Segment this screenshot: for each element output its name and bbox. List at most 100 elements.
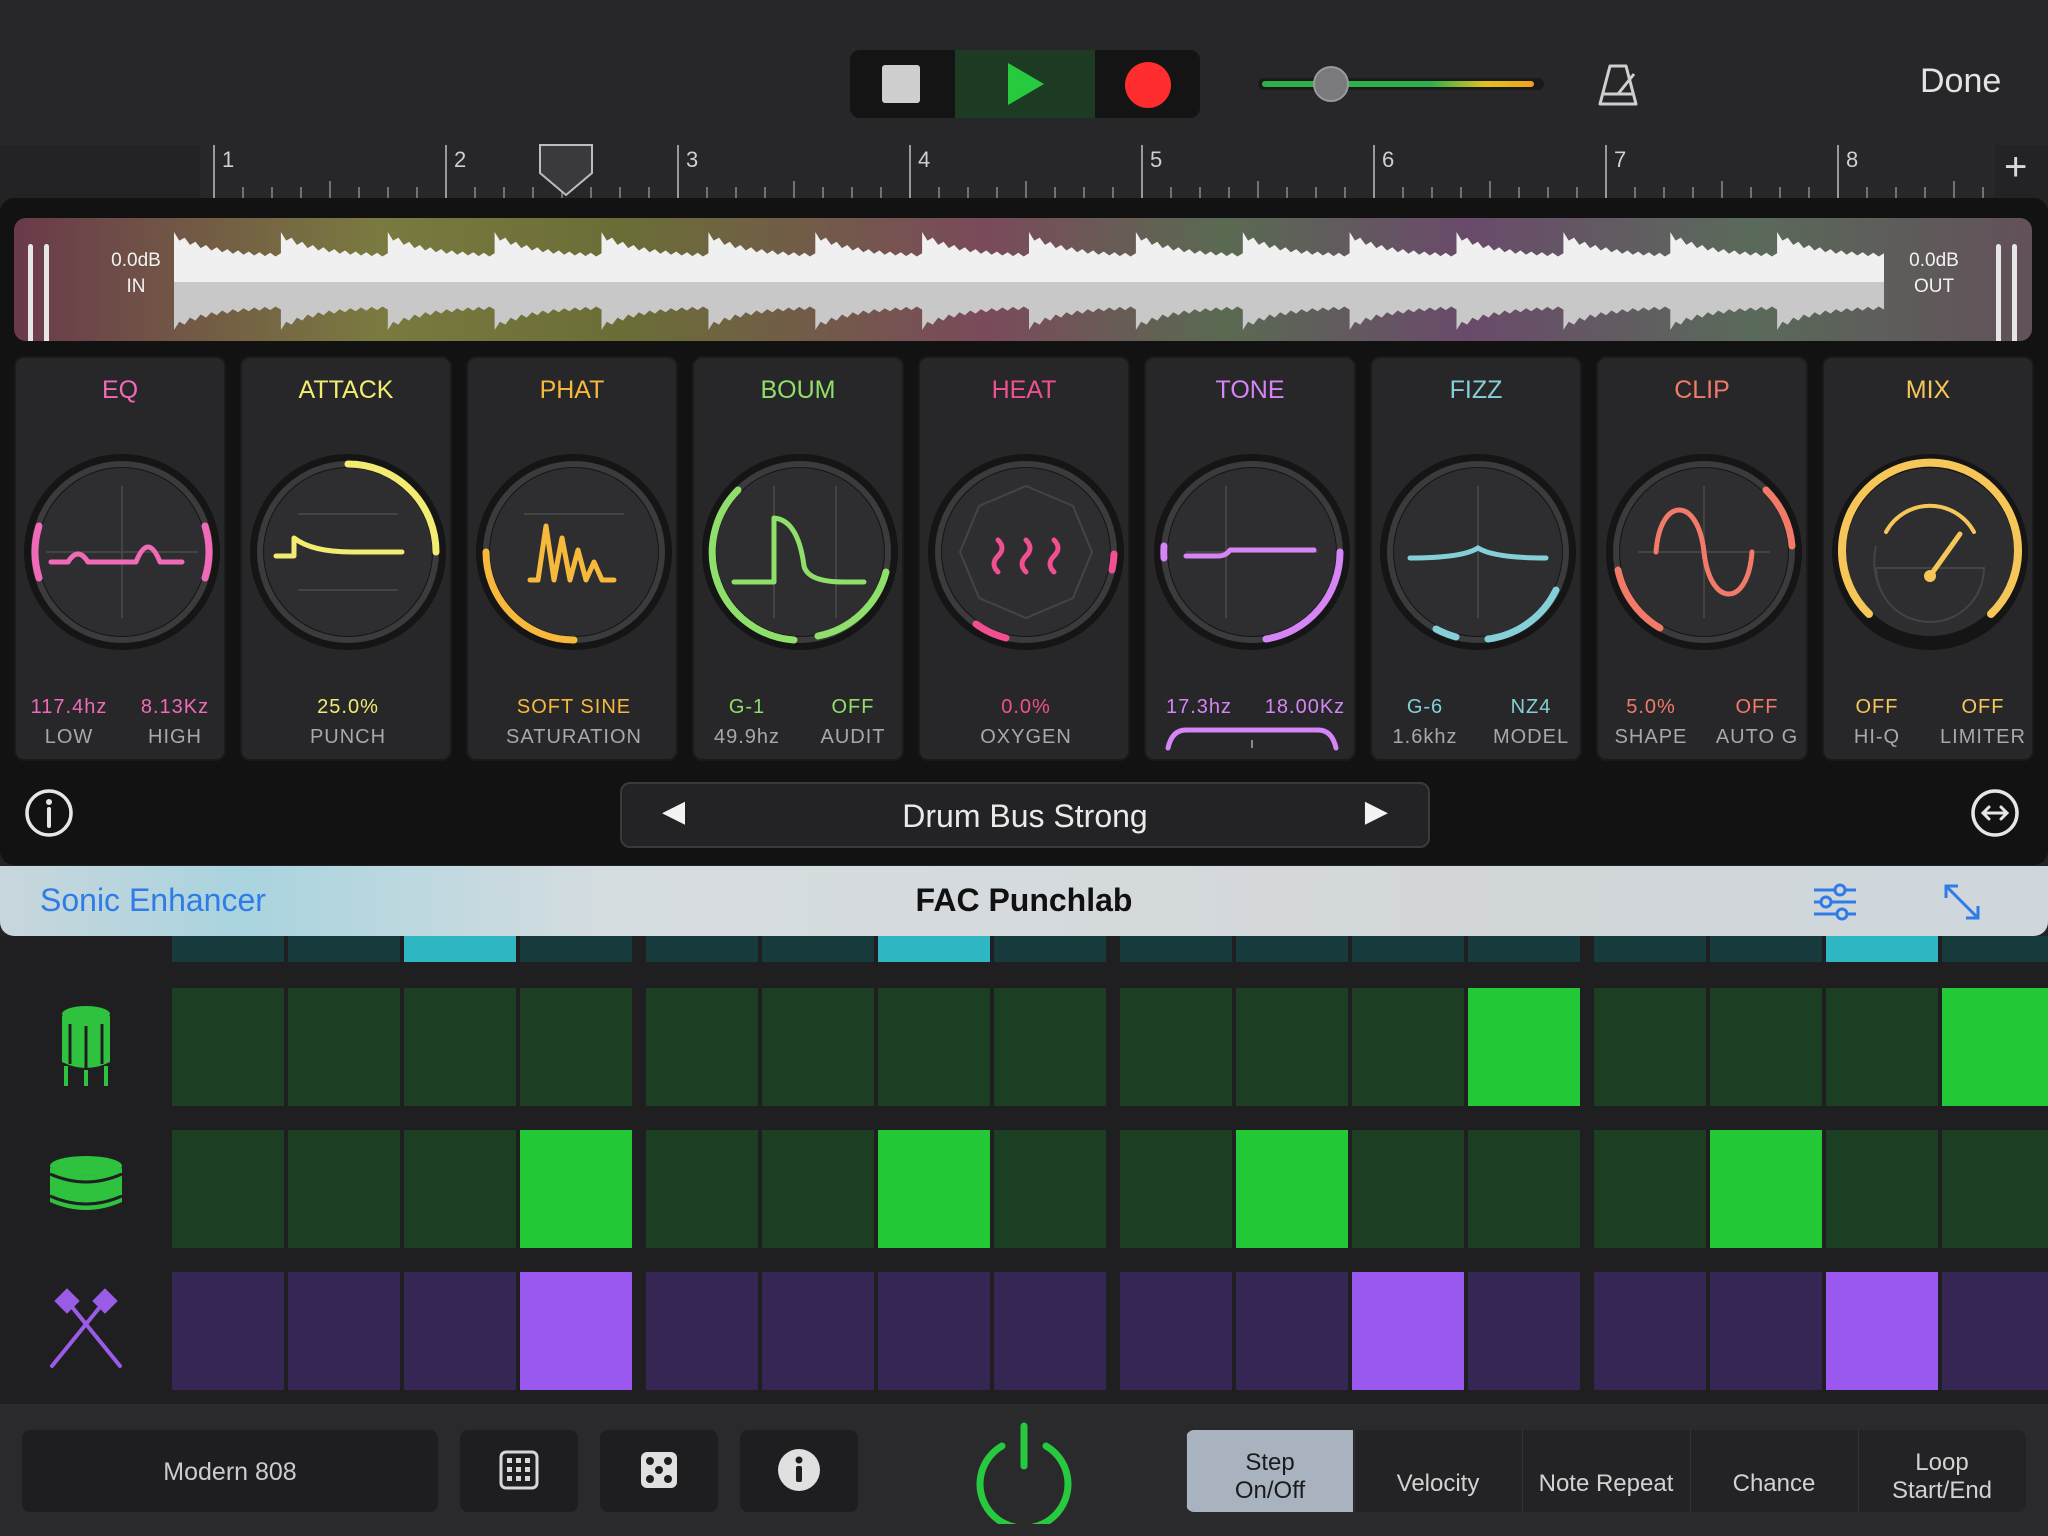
play-button[interactable] <box>955 50 1095 118</box>
tom-step-5[interactable] <box>646 988 758 1106</box>
snare-step-14[interactable] <box>1710 1130 1822 1248</box>
phat-knob[interactable] <box>468 446 680 658</box>
eq-low-value[interactable]: 117.4hz <box>16 696 122 719</box>
heat-knob[interactable] <box>920 446 1132 658</box>
sticks-step-2[interactable] <box>288 1272 400 1390</box>
eq-knob[interactable] <box>16 446 228 658</box>
sticks-step-10[interactable] <box>1236 1272 1348 1390</box>
tom-step-2[interactable] <box>288 988 400 1106</box>
snare-step-4[interactable] <box>520 1130 632 1248</box>
mix-knob[interactable] <box>1824 446 2036 658</box>
preset-name[interactable]: Drum Bus Strong <box>622 798 1428 835</box>
randomize-button[interactable] <box>600 1430 718 1512</box>
record-button[interactable] <box>1095 50 1200 118</box>
snare-step-5[interactable] <box>646 1130 758 1248</box>
power-icon[interactable] <box>972 1420 1076 1524</box>
grid-button[interactable] <box>460 1430 578 1512</box>
sticks-step-3[interactable] <box>404 1272 516 1390</box>
tom-drum-icon[interactable] <box>44 1002 128 1088</box>
sticks-step-7[interactable] <box>878 1272 990 1390</box>
tom-step-10[interactable] <box>1236 988 1348 1106</box>
partial-step-6[interactable] <box>762 936 874 962</box>
mix-limiter-value[interactable]: OFF <box>1930 696 2036 719</box>
partial-step-14[interactable] <box>1710 936 1822 962</box>
snare-step-6[interactable] <box>762 1130 874 1248</box>
tom-step-4[interactable] <box>520 988 632 1106</box>
mode-velocity[interactable]: Velocity <box>1354 1430 1521 1512</box>
resize-horizontal-icon[interactable] <box>1970 788 2020 838</box>
snare-step-13[interactable] <box>1594 1130 1706 1248</box>
sticks-step-6[interactable] <box>762 1272 874 1390</box>
tom-step-8[interactable] <box>994 988 1106 1106</box>
snare-step-8[interactable] <box>994 1130 1106 1248</box>
info-button[interactable] <box>740 1430 858 1512</box>
attack-punch-value[interactable]: 25.0% <box>295 696 401 719</box>
tom-step-14[interactable] <box>1710 988 1822 1106</box>
boum-knob[interactable] <box>694 446 906 658</box>
snare-step-7[interactable] <box>878 1130 990 1248</box>
clip-knob[interactable] <box>1598 446 1810 658</box>
attack-knob[interactable] <box>242 446 454 658</box>
partial-step-4[interactable] <box>520 936 632 962</box>
drumsticks-icon[interactable] <box>44 1286 128 1372</box>
clip-autog-value[interactable]: OFF <box>1704 696 1810 719</box>
volume-knob[interactable] <box>1313 66 1349 102</box>
tom-step-1[interactable] <box>172 988 284 1106</box>
boum-note-value[interactable]: G-1 <box>694 696 800 719</box>
sticks-step-16[interactable] <box>1942 1272 2048 1390</box>
tom-step-6[interactable] <box>762 988 874 1106</box>
snare-step-12[interactable] <box>1468 1130 1580 1248</box>
tom-step-7[interactable] <box>878 988 990 1106</box>
sliders-icon[interactable] <box>1812 882 1858 922</box>
timeline-ruler[interactable]: 1 2 3 4 5 6 7 8 <box>200 143 1995 198</box>
partial-step-5[interactable] <box>646 936 758 962</box>
partial-step-13[interactable] <box>1594 936 1706 962</box>
stop-button[interactable] <box>850 50 955 118</box>
sticks-step-8[interactable] <box>994 1272 1106 1390</box>
mode-chance[interactable]: Chance <box>1690 1430 1857 1512</box>
partial-step-9[interactable] <box>1120 936 1232 962</box>
snare-step-1[interactable] <box>172 1130 284 1248</box>
partial-step-8[interactable] <box>994 936 1106 962</box>
fizz-knob[interactable] <box>1372 446 1584 658</box>
tom-step-16[interactable] <box>1942 988 2048 1106</box>
snare-step-2[interactable] <box>288 1130 400 1248</box>
mode-step-on-off[interactable]: Step On/Off <box>1186 1430 1353 1512</box>
partial-step-15[interactable] <box>1826 936 1938 962</box>
partial-step-1[interactable] <box>172 936 284 962</box>
sticks-step-5[interactable] <box>646 1272 758 1390</box>
sticks-step-9[interactable] <box>1120 1272 1232 1390</box>
phat-saturation-value[interactable]: SOFT SINE <box>484 696 664 719</box>
tone-range-bracket[interactable] <box>1164 722 1340 752</box>
eq-high-value[interactable]: 8.13Kz <box>122 696 228 719</box>
tone-knob[interactable] <box>1146 446 1358 658</box>
partial-step-2[interactable] <box>288 936 400 962</box>
fizz-model-value[interactable]: NZ4 <box>1478 696 1584 719</box>
partial-step-12[interactable] <box>1468 936 1580 962</box>
sticks-step-13[interactable] <box>1594 1272 1706 1390</box>
boum-audit-value[interactable]: OFF <box>800 696 906 719</box>
fizz-note-value[interactable]: G-6 <box>1372 696 1478 719</box>
plugin-info-icon[interactable] <box>24 788 74 838</box>
snare-step-11[interactable] <box>1352 1130 1464 1248</box>
partial-step-3[interactable] <box>404 936 516 962</box>
snare-step-10[interactable] <box>1236 1130 1348 1248</box>
sticks-step-14[interactable] <box>1710 1272 1822 1390</box>
sticks-step-11[interactable] <box>1352 1272 1464 1390</box>
tom-step-11[interactable] <box>1352 988 1464 1106</box>
done-button[interactable]: Done <box>1920 62 2001 101</box>
snare-step-3[interactable] <box>404 1130 516 1248</box>
mode-note-repeat[interactable]: Note Repeat <box>1522 1430 1689 1512</box>
sticks-step-12[interactable] <box>1468 1272 1580 1390</box>
tone-low-value[interactable]: 17.3hz <box>1146 696 1252 719</box>
partial-step-7[interactable] <box>878 936 990 962</box>
mode-loop-start-end[interactable]: Loop Start/End <box>1858 1430 2025 1512</box>
snare-step-16[interactable] <box>1942 1130 2048 1248</box>
tom-step-15[interactable] <box>1826 988 1938 1106</box>
add-section-button[interactable]: + <box>2004 147 2027 187</box>
tom-step-3[interactable] <box>404 988 516 1106</box>
tone-high-value[interactable]: 18.00Kz <box>1252 696 1358 719</box>
tom-step-12[interactable] <box>1468 988 1580 1106</box>
partial-step-10[interactable] <box>1236 936 1348 962</box>
snare-step-9[interactable] <box>1120 1130 1232 1248</box>
